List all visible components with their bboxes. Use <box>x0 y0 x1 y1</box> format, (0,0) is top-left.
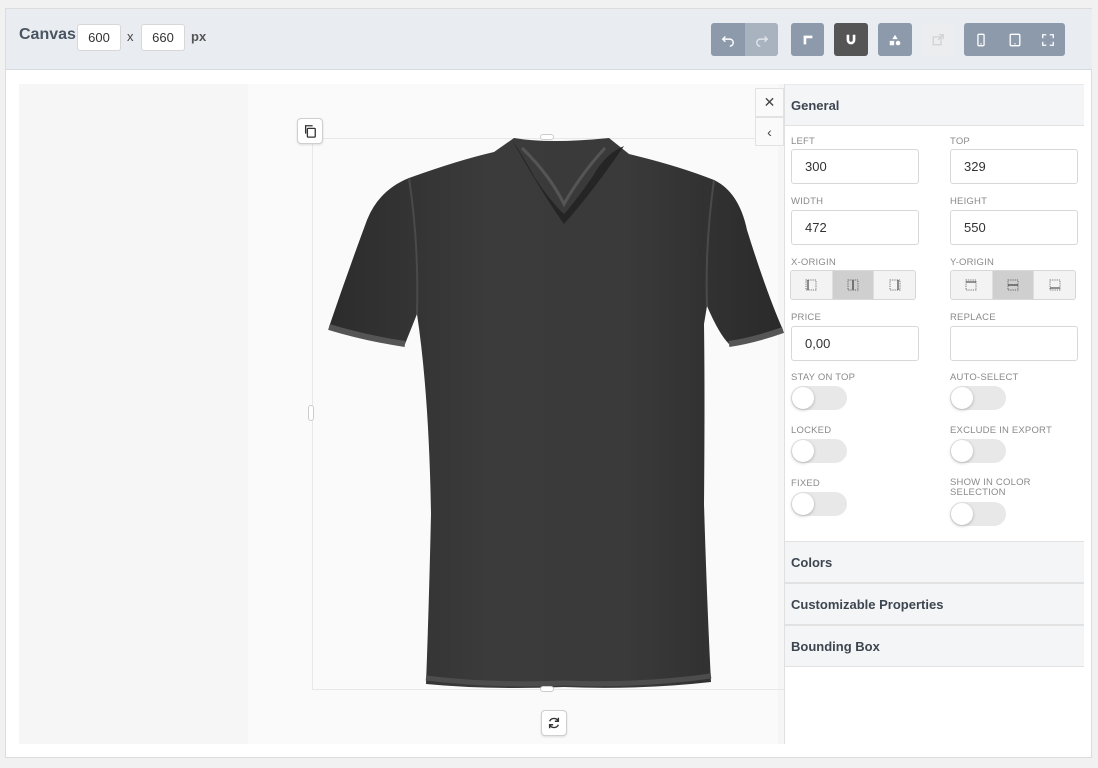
mobile-icon <box>977 33 985 46</box>
align-middle-icon <box>1007 279 1019 291</box>
unit-label: px <box>191 29 207 44</box>
y-origin-label: Y-ORIGIN <box>950 257 995 268</box>
duplicate-button[interactable] <box>297 118 323 144</box>
close-panel-button[interactable]: ✕ <box>755 88 784 117</box>
times-sign: x <box>127 29 134 44</box>
fullscreen-button[interactable] <box>1031 23 1065 56</box>
stay-on-top-label: STAY ON TOP <box>791 372 856 383</box>
locked-toggle[interactable] <box>791 439 847 463</box>
tablet-icon <box>1009 33 1020 46</box>
colors-title: Colors <box>791 554 833 570</box>
bounding-box-title: Bounding Box <box>791 638 880 654</box>
top-label: TOP <box>950 136 970 147</box>
locked-label: LOCKED <box>791 425 832 436</box>
left-label: LEFT <box>791 136 816 147</box>
auto-select-toggle[interactable] <box>950 386 1006 410</box>
resize-handle-left[interactable] <box>308 405 314 421</box>
general-title: General <box>791 97 840 113</box>
mobile-view-button[interactable] <box>964 23 998 56</box>
properties-panel: General LEFT 300 TOP 329 WIDTH 472 HEIGH… <box>784 84 1084 747</box>
x-origin-label: X-ORIGIN <box>791 257 836 268</box>
width-label: WIDTH <box>791 196 824 207</box>
copy-icon <box>304 125 316 138</box>
undo-icon <box>721 35 734 47</box>
replace-input[interactable] <box>950 326 1078 361</box>
resize-handle-bottom[interactable] <box>540 686 554 692</box>
x-origin-center-button[interactable] <box>832 271 875 299</box>
export-icon <box>932 33 944 45</box>
show-color-label: SHOW IN COLOR SELECTION <box>950 477 1031 498</box>
y-origin-selector <box>950 270 1076 300</box>
ruler-button[interactable] <box>791 23 824 56</box>
top-input[interactable]: 329 <box>950 149 1078 184</box>
exclude-export-label: EXCLUDE IN EXPORT <box>950 425 1052 436</box>
fullscreen-icon <box>1042 33 1054 46</box>
align-right-icon <box>889 279 901 291</box>
top-toolbar: Canvas 600 x 660 px <box>6 9 1092 70</box>
height-input[interactable]: 550 <box>950 210 1078 245</box>
x-origin-selector <box>790 270 916 300</box>
replace-label: REPLACE <box>950 312 996 323</box>
left-input[interactable]: 300 <box>791 149 919 184</box>
width-input[interactable]: 472 <box>791 210 919 245</box>
redo-button[interactable] <box>745 23 778 56</box>
align-center-icon <box>847 279 859 291</box>
general-section-body: LEFT 300 TOP 329 WIDTH 472 HEIGHT 550 X-… <box>785 126 1084 541</box>
align-top-icon <box>965 279 977 291</box>
redo-icon <box>755 35 768 47</box>
shapes-icon <box>889 34 901 45</box>
rotate-button[interactable] <box>541 710 567 736</box>
customizable-section-header[interactable]: Customizable Properties <box>785 583 1084 625</box>
design-stage: ✕ ‹ General LEFT 300 TOP 329 WIDTH 472 H… <box>19 84 1084 747</box>
undo-button[interactable] <box>711 23 745 56</box>
collapse-panel-button[interactable]: ‹ <box>755 117 784 146</box>
align-left-icon <box>805 279 817 291</box>
fixed-toggle[interactable] <box>791 492 847 516</box>
y-origin-middle-button[interactable] <box>992 271 1035 299</box>
magnet-button[interactable] <box>834 23 868 56</box>
rotate-icon <box>548 717 560 729</box>
height-label: HEIGHT <box>950 196 988 207</box>
tablet-view-button[interactable] <box>998 23 1031 56</box>
auto-select-label: AUTO-SELECT <box>950 372 1019 383</box>
canvas-width-input[interactable]: 600 <box>77 24 121 51</box>
canvas-label: Canvas <box>19 26 76 43</box>
tshirt-image[interactable] <box>309 134 789 694</box>
colors-section-header[interactable]: Colors <box>785 541 1084 583</box>
x-origin-left-button[interactable] <box>791 271 833 299</box>
magnet-icon <box>846 34 856 44</box>
resize-handle-top[interactable] <box>540 134 554 140</box>
panel-empty-area <box>785 667 1084 747</box>
close-icon: ✕ <box>763 94 776 110</box>
y-origin-top-button[interactable] <box>951 271 993 299</box>
canvas-height-input[interactable]: 660 <box>141 24 185 51</box>
stay-on-top-toggle[interactable] <box>791 386 847 410</box>
customizable-title: Customizable Properties <box>791 596 944 612</box>
price-input[interactable]: 0,00 <box>791 326 919 361</box>
general-section-header[interactable]: General <box>785 84 1084 126</box>
x-origin-right-button[interactable] <box>874 271 915 299</box>
editor-window: Canvas 600 x 660 px ✕ ‹ General LEFT 300… <box>5 8 1092 758</box>
price-label: PRICE <box>791 312 822 323</box>
fixed-label: FIXED <box>791 478 820 489</box>
y-origin-bottom-button[interactable] <box>1034 271 1075 299</box>
chevron-left-icon: ‹ <box>767 123 772 140</box>
exclude-export-toggle[interactable] <box>950 439 1006 463</box>
shapes-button[interactable] <box>878 23 912 56</box>
bounding-box-section-header[interactable]: Bounding Box <box>785 625 1084 667</box>
align-bottom-icon <box>1049 279 1061 291</box>
ruler-icon <box>803 35 812 44</box>
export-button[interactable] <box>922 23 954 56</box>
show-color-toggle[interactable] <box>950 502 1006 526</box>
